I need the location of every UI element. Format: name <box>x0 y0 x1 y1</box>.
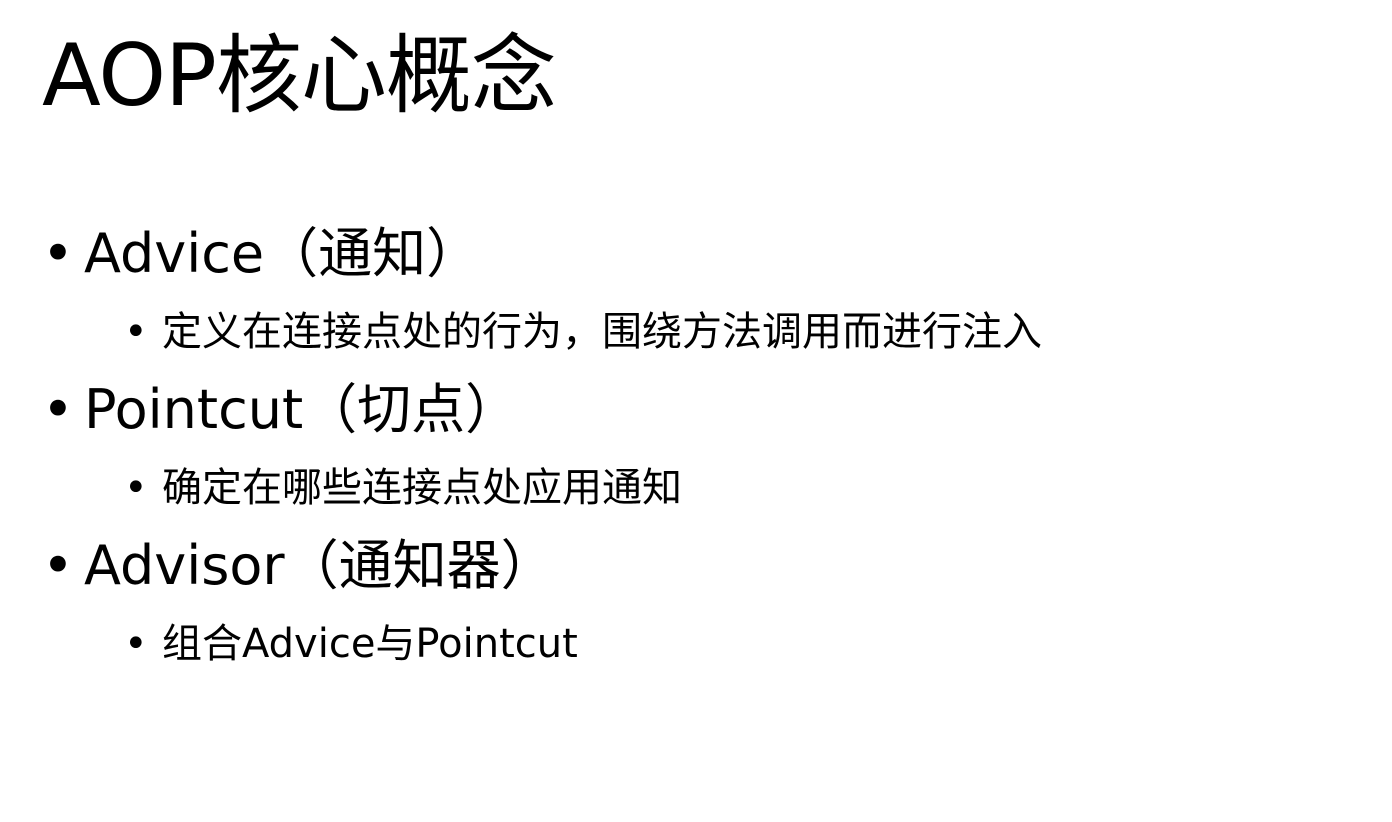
bullet-dot-icon: • <box>42 222 74 285</box>
slide-title: AOP核心概念 <box>42 26 557 126</box>
bullet-dot-icon: • <box>124 465 148 511</box>
sub-bullet-item-advisor-desc: • 组合Advice与Pointcut <box>40 606 1370 682</box>
bullet-dot-icon: • <box>42 378 74 441</box>
bullet-text: Advisor（通知器） <box>84 534 555 597</box>
bullet-text: Pointcut（切点） <box>84 378 520 441</box>
sub-bullet-item-advice-desc: • 定义在连接点处的行为，围绕方法调用而进行注入 <box>40 294 1370 370</box>
sub-bullet-item-pointcut-desc: • 确定在哪些连接点处应用通知 <box>40 450 1370 526</box>
bullet-item-advisor: • Advisor（通知器） <box>40 526 1370 606</box>
bullet-item-advice: • Advice（通知） <box>40 214 1370 294</box>
bullet-dot-icon: • <box>42 534 74 597</box>
bullet-text: 定义在连接点处的行为，围绕方法调用而进行注入 <box>162 309 1042 355</box>
bullet-text: 确定在哪些连接点处应用通知 <box>162 465 682 511</box>
bullet-text: Advice（通知） <box>84 222 481 285</box>
slide: AOP核心概念 • Advice（通知） • 定义在连接点处的行为，围绕方法调用… <box>0 0 1392 822</box>
bullet-dot-icon: • <box>124 621 148 667</box>
bullet-dot-icon: • <box>124 309 148 355</box>
bullet-list: • Advice（通知） • 定义在连接点处的行为，围绕方法调用而进行注入 • … <box>40 214 1370 682</box>
bullet-item-pointcut: • Pointcut（切点） <box>40 370 1370 450</box>
bullet-text: 组合Advice与Pointcut <box>162 621 578 667</box>
